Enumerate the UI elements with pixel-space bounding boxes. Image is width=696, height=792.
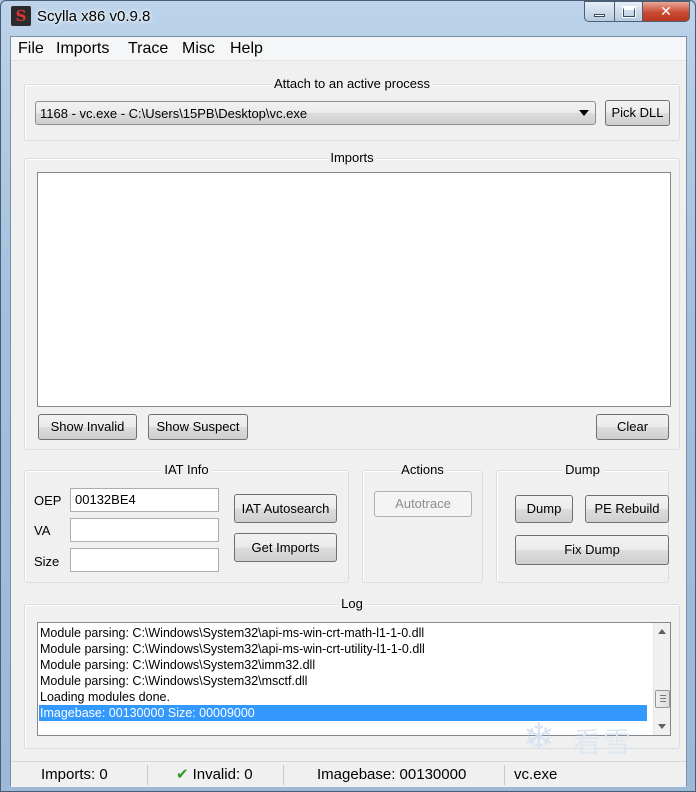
checkmark-icon: ✔ (176, 766, 189, 783)
status-invalid-text: Invalid: 0 (192, 766, 253, 783)
close-button[interactable]: ✕ (642, 1, 690, 22)
clear-button[interactable]: Clear (596, 414, 669, 440)
va-label: VA (34, 523, 51, 538)
status-invalid: ✔ Invalid: 0 (176, 762, 253, 788)
scylla-app-icon: S (11, 6, 31, 26)
pe-rebuild-button[interactable]: PE Rebuild (585, 495, 669, 523)
log-line[interactable]: Module parsing: C:\Windows\System32\msct… (40, 673, 307, 689)
caption-buttons: ✕ (584, 1, 690, 22)
menu-imports[interactable]: Imports (56, 39, 109, 59)
oep-field[interactable]: 00132BE4 (70, 488, 219, 512)
scroll-up-arrow-icon[interactable] (658, 629, 666, 634)
actions-group-title: Actions (398, 462, 447, 477)
menu-bar: File Imports Trace Misc Help (11, 37, 686, 61)
status-imagebase: Imagebase: 00130000 (317, 766, 467, 783)
autotrace-button[interactable]: Autotrace (374, 491, 472, 517)
log-line[interactable]: Module parsing: C:\Windows\System32\api-… (40, 641, 425, 657)
minimize-button[interactable] (584, 1, 614, 22)
menu-trace[interactable]: Trace (128, 39, 168, 59)
status-module: vc.exe (514, 766, 558, 783)
log-line[interactable]: Loading modules done. (40, 689, 170, 705)
log-line[interactable]: Module parsing: C:\Windows\System32\api-… (40, 625, 424, 641)
close-icon: ✕ (660, 3, 672, 19)
oep-label: OEP (34, 493, 62, 508)
show-suspect-button[interactable]: Show Suspect (148, 414, 248, 440)
menu-help[interactable]: Help (230, 39, 263, 59)
menu-misc[interactable]: Misc (182, 39, 215, 59)
attach-group: Attach to an active process 1168 - vc.ex… (24, 76, 680, 141)
pick-dll-button[interactable]: Pick DLL (605, 100, 670, 126)
scylla-window: S Scylla x86 v0.9.8 ✕ File Imports Trace… (0, 0, 696, 792)
maximize-button[interactable] (614, 1, 642, 22)
iat-autosearch-button[interactable]: IAT Autosearch (234, 494, 337, 523)
actions-group: Actions Autotrace (362, 462, 483, 583)
maximize-icon (621, 5, 636, 18)
iat-info-group-title: IAT Info (161, 462, 212, 477)
selected-process: 1168 - vc.exe - C:\Users\15PB\Desktop\vc… (40, 106, 308, 121)
dump-group-title: Dump (562, 462, 603, 477)
title-bar[interactable]: S Scylla x86 v0.9.8 ✕ (1, 1, 695, 33)
menu-file[interactable]: File (18, 39, 44, 59)
imports-group-title: Imports (327, 150, 377, 165)
size-field[interactable] (70, 548, 219, 572)
scroll-thumb[interactable] (655, 690, 670, 708)
dump-button[interactable]: Dump (515, 495, 573, 523)
va-field[interactable] (70, 518, 219, 542)
status-bar: Imports: 0 ✔ Invalid: 0 Imagebase: 001300… (11, 761, 686, 787)
snowflake-icon: ❄ (523, 717, 557, 759)
size-label: Size (34, 554, 60, 569)
show-invalid-button[interactable]: Show Invalid (38, 414, 137, 440)
attach-group-title: Attach to an active process (270, 76, 434, 91)
dropdown-arrow-icon (579, 110, 589, 116)
status-imports: Imports: 0 (41, 766, 108, 783)
log-line[interactable]: Module parsing: C:\Windows\System32\imm3… (40, 657, 315, 673)
iat-info-group: IAT Info OEP 00132BE4 VA Size IAT Autose… (24, 462, 349, 583)
imports-group: Imports Show Invalid Show Suspect Clear (24, 150, 680, 450)
dump-group: Dump Dump PE Rebuild Fix Dump (496, 462, 669, 583)
get-imports-button[interactable]: Get Imports (234, 533, 337, 562)
process-combobox[interactable]: 1168 - vc.exe - C:\Users\15PB\Desktop\vc… (35, 101, 596, 125)
log-group-title: Log (338, 596, 366, 611)
watermark: ❄ 看雪 (523, 713, 673, 763)
imports-tree[interactable] (37, 172, 671, 407)
fix-dump-button[interactable]: Fix Dump (515, 535, 669, 565)
minimize-icon (594, 13, 605, 17)
window-title: Scylla x86 v0.9.8 (37, 8, 151, 25)
watermark-text: 看雪 (573, 726, 634, 759)
client-area: File Imports Trace Misc Help Attach to a… (10, 36, 687, 787)
